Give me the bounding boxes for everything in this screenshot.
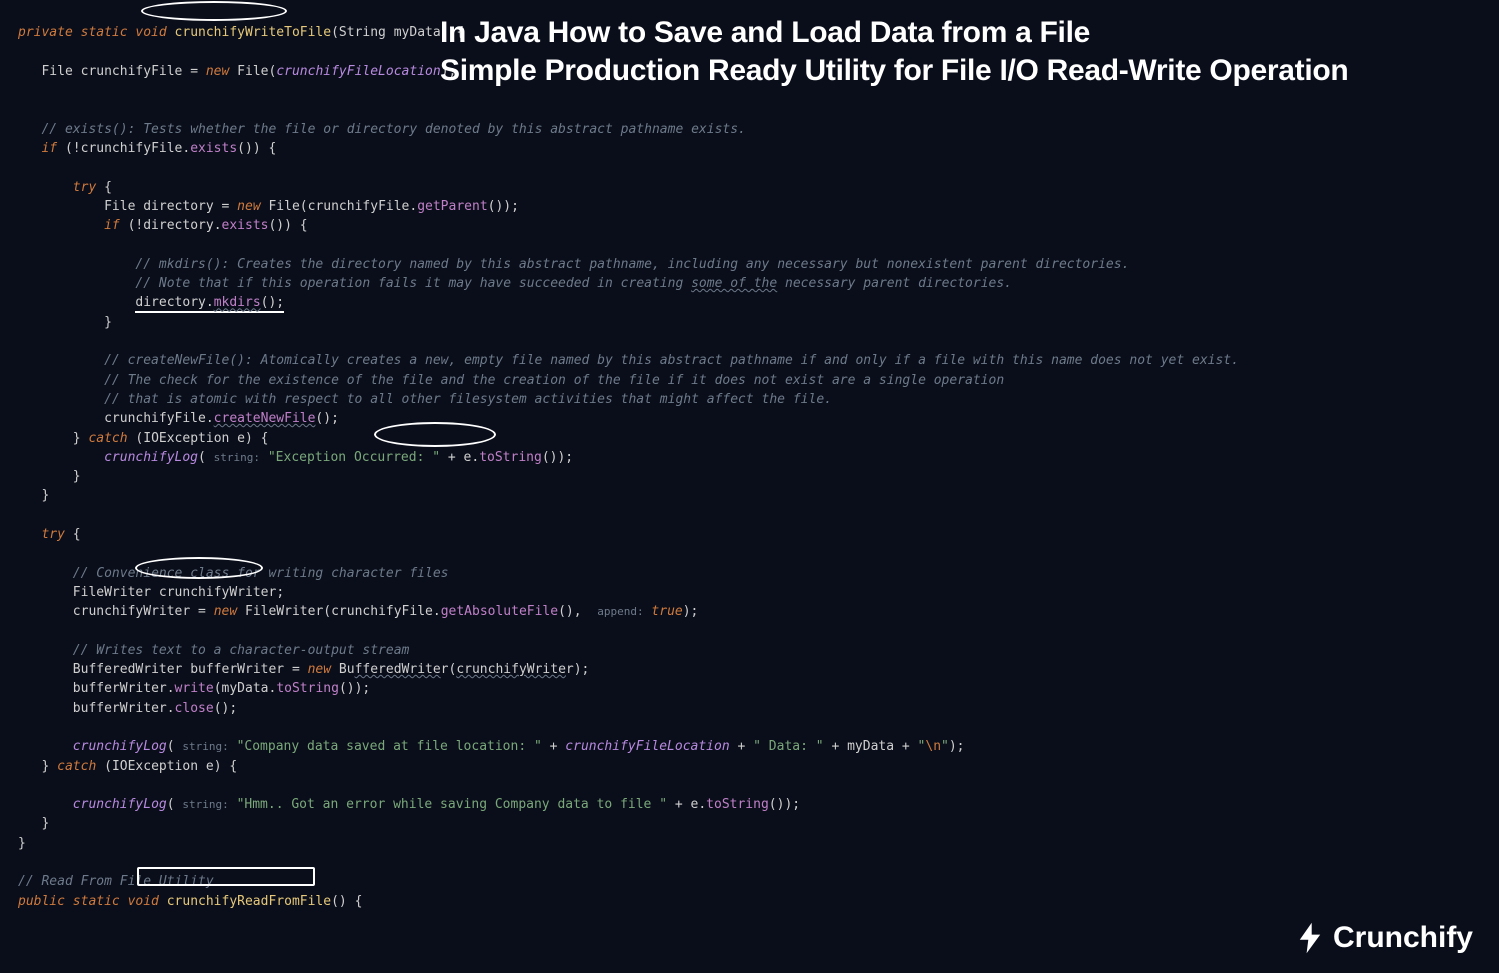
code-block: private static void crunchifyWriteToFile…: [18, 4, 1499, 911]
article-title: In Java How to Save and Load Data from a…: [440, 14, 1348, 90]
title-line-1: In Java How to Save and Load Data from a…: [440, 14, 1348, 52]
title-line-2: Simple Production Ready Utility for File…: [440, 52, 1348, 90]
brand-logo-icon: [1293, 921, 1327, 955]
brand-logo: Crunchify: [1293, 921, 1473, 955]
brand-name: Crunchify: [1333, 928, 1473, 947]
